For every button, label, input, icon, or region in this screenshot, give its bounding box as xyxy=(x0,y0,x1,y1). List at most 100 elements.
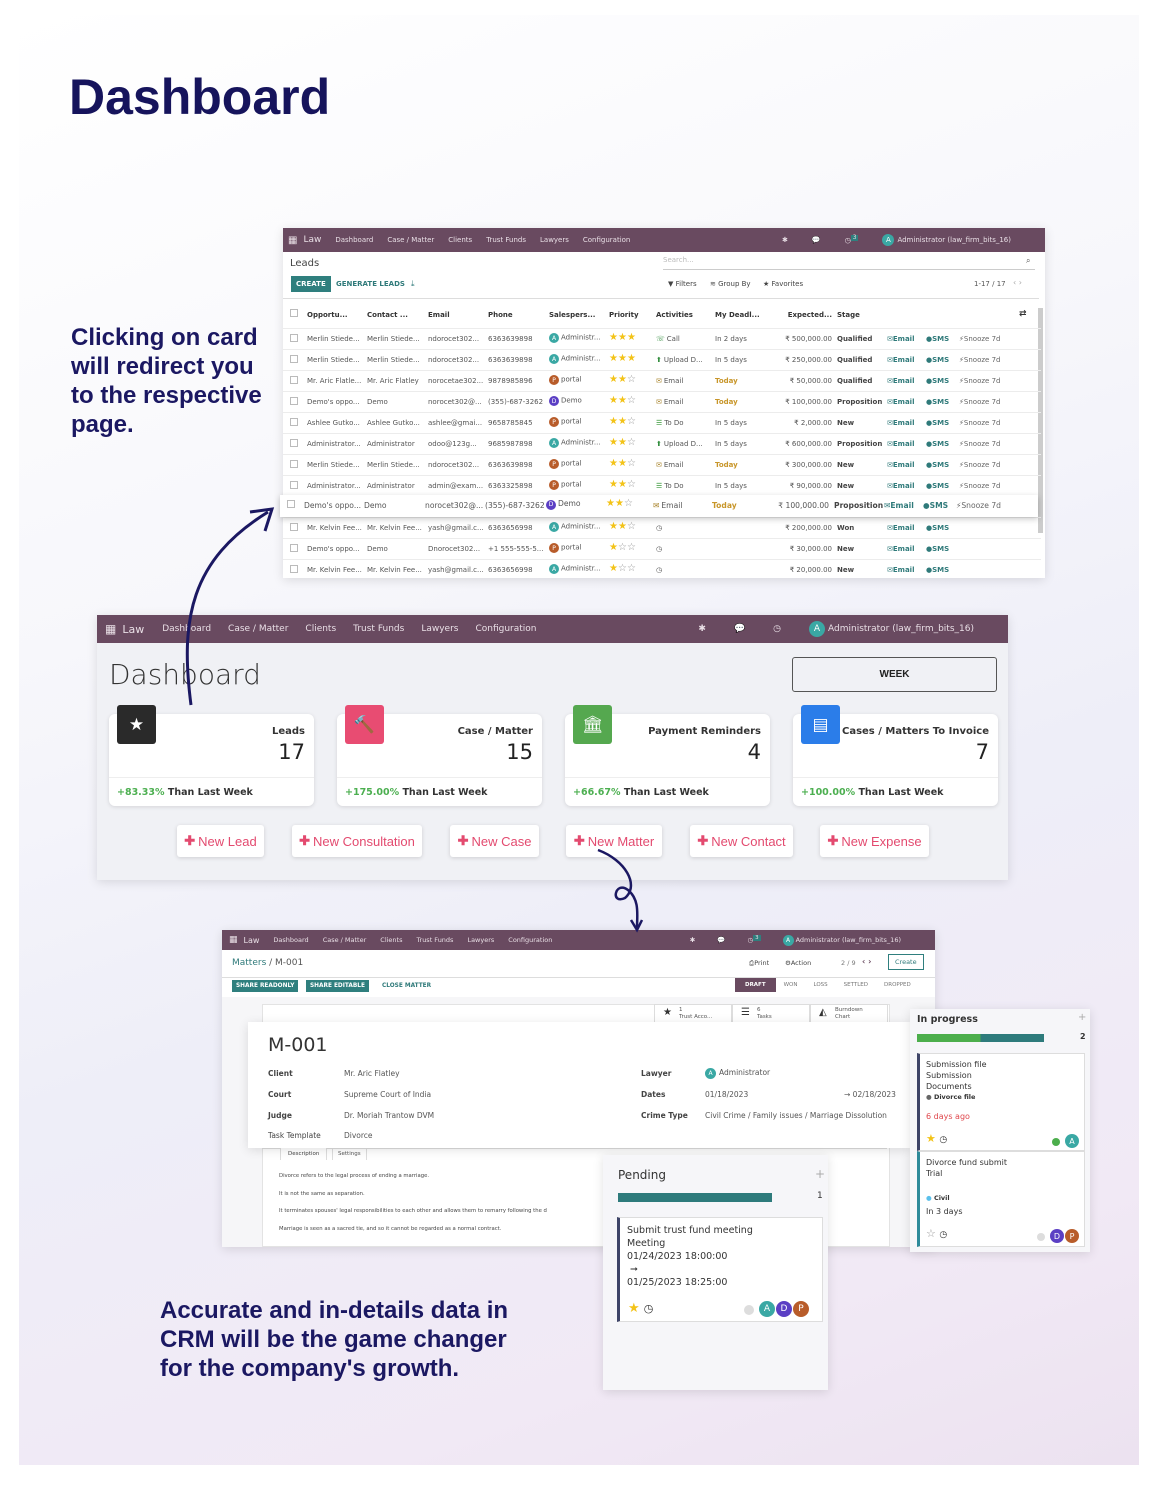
priority-stars[interactable]: ★★☆ xyxy=(609,395,636,406)
priority-stars[interactable]: ★★☆ xyxy=(609,416,636,427)
stage-settled[interactable]: SETTLED xyxy=(836,978,876,992)
row-checkbox[interactable] xyxy=(290,397,298,405)
row-checkbox[interactable] xyxy=(287,500,295,508)
star-icon[interactable]: ★ xyxy=(627,353,636,364)
new-contact-button[interactable]: ✚ New Contact xyxy=(690,825,793,857)
table-row[interactable]: Mr. Kelvin Fee... Mr. Kelvin Fee... yash@g… xyxy=(283,559,1041,580)
priority-stars[interactable]: ★★☆ xyxy=(609,374,636,385)
star-icon[interactable]: ★ xyxy=(618,416,627,427)
email-action[interactable]: ✉Email xyxy=(887,482,914,490)
burndown-chart-smart-button[interactable]: ◭ Burndown Chart xyxy=(810,1004,888,1024)
email-action[interactable]: ✉Email xyxy=(887,566,914,574)
user-name[interactable]: Administrator (law_firm_bits_16) xyxy=(828,624,974,634)
nav-case-matter[interactable]: Case / Matter xyxy=(323,936,367,944)
nav-case-matter[interactable]: Case / Matter xyxy=(228,624,288,634)
row-checkbox[interactable] xyxy=(290,376,298,384)
snooze-action[interactable]: ⚡Snooze 7d xyxy=(959,398,1000,406)
star-icon[interactable]: ☆ xyxy=(627,479,636,490)
star-icon[interactable]: ☆ xyxy=(627,416,636,427)
payment-reminders-card[interactable]: 🏛 Payment Reminders 4 +66.67% Than Last … xyxy=(565,705,770,806)
star-icon[interactable]: ★ xyxy=(618,479,627,490)
stage-draft[interactable]: DRAFT xyxy=(735,978,776,992)
sms-action[interactable]: ●SMS xyxy=(926,461,949,469)
star-icon[interactable]: ☆ xyxy=(627,542,636,553)
snooze-action[interactable]: ⚡Snooze 7d xyxy=(959,335,1000,343)
star-icon[interactable]: ★ xyxy=(609,542,618,553)
column-header[interactable]: Stage xyxy=(837,311,860,319)
email-action[interactable]: ✉Email xyxy=(887,440,914,448)
row-checkbox[interactable] xyxy=(290,481,298,489)
action-button[interactable]: ⚙Action xyxy=(785,959,811,967)
sms-action[interactable]: ●SMS xyxy=(926,482,949,490)
clock-icon[interactable]: ◷ xyxy=(939,1135,947,1145)
column-header[interactable]: Expected... xyxy=(742,311,832,319)
nav-case-matter[interactable]: Case / Matter xyxy=(387,236,434,244)
star-icon[interactable]: ☆ xyxy=(627,374,636,385)
email-action[interactable]: ✉Email xyxy=(887,398,914,406)
user-avatar[interactable]: A xyxy=(882,234,895,246)
filters-button[interactable]: ▼ Filters xyxy=(668,280,697,288)
column-header[interactable]: Contact ... xyxy=(367,311,408,319)
judge-value[interactable]: Dr. Moriah Trantow DVM xyxy=(344,1111,434,1120)
case-matter-card[interactable]: 🔨 Case / Matter 15 +175.00% Than Last We… xyxy=(337,705,542,806)
progress-bar[interactable] xyxy=(917,1034,1044,1042)
column-header[interactable]: Email xyxy=(428,311,450,319)
table-row[interactable]: Demo's oppo... Demo Dnorocet302... +1 555-5… xyxy=(283,538,1041,559)
table-row-highlighted[interactable]: Demo's oppo... Demo norocet302@... (355)-68… xyxy=(280,495,1038,517)
priority-stars[interactable]: ★★☆ xyxy=(606,498,633,509)
star-icon[interactable]: ★ xyxy=(609,479,618,490)
avatar[interactable]: A xyxy=(759,1301,775,1317)
tab-description[interactable]: Description xyxy=(280,1147,328,1160)
column-header[interactable]: Salespers... xyxy=(549,311,595,319)
sms-action[interactable]: ●SMS xyxy=(926,335,949,343)
nav-trust-funds[interactable]: Trust Funds xyxy=(417,936,454,944)
row-checkbox[interactable] xyxy=(290,334,298,342)
star-icon[interactable]: ★ ◷ xyxy=(628,1302,653,1315)
star-icon[interactable]: ★ xyxy=(618,353,627,364)
status-dot[interactable] xyxy=(1052,1138,1060,1146)
priority-stars[interactable]: ★☆☆ xyxy=(609,542,636,553)
sms-action[interactable]: ●SMS xyxy=(926,524,949,532)
sms-action[interactable]: ●SMS xyxy=(926,440,949,448)
star-icon[interactable]: ★ xyxy=(609,332,618,343)
star-icon[interactable]: ★ xyxy=(609,437,618,448)
star-icon[interactable]: ★ xyxy=(609,395,618,406)
snooze-action[interactable]: ⚡Snooze 7d xyxy=(959,482,1000,490)
new-lead-button[interactable]: ✚ New Lead xyxy=(177,825,264,857)
sms-action[interactable]: ●SMS xyxy=(926,419,949,427)
table-row[interactable]: Merlin Stiede... Merlin Stiede... ndorocet… xyxy=(283,349,1041,370)
star-icon[interactable]: ★ xyxy=(618,374,627,385)
snooze-action[interactable]: ⚡Snooze 7d xyxy=(959,440,1000,448)
nav-dashboard[interactable]: Dashboard xyxy=(162,624,211,634)
new-expense-button[interactable]: ✚ New Expense xyxy=(820,825,929,857)
row-checkbox[interactable] xyxy=(290,565,298,573)
table-row[interactable]: Merlin Stiede... Merlin Stiede... ndorocet… xyxy=(283,328,1041,349)
table-row[interactable]: Administrator... Administrator odoo@123g..… xyxy=(283,433,1041,454)
progress-bar[interactable] xyxy=(618,1193,772,1202)
user-name[interactable]: Administrator (law_firm_bits_16) xyxy=(897,236,1011,244)
row-checkbox[interactable] xyxy=(290,355,298,363)
snooze-action[interactable]: ⚡Snooze 7d xyxy=(956,501,1001,510)
snooze-action[interactable]: ⚡Snooze 7d xyxy=(959,419,1000,427)
star-icon[interactable]: ★ ◷ xyxy=(926,1133,947,1146)
activity[interactable]: ☰ To Do xyxy=(656,419,684,427)
email-action[interactable]: ✉Email xyxy=(887,335,914,343)
nav-clients[interactable]: Clients xyxy=(305,624,336,634)
table-row[interactable]: Ashlee Gutko... Ashlee Gutko... ashlee@gma… xyxy=(283,412,1041,433)
priority-stars[interactable]: ★★☆ xyxy=(609,458,636,469)
tab-settings[interactable]: Settings xyxy=(332,1147,367,1160)
email-action[interactable]: ✉Email xyxy=(887,377,914,385)
optional-columns-icon[interactable]: ⇄ xyxy=(1019,309,1027,319)
star-icon[interactable]: ★ xyxy=(609,374,618,385)
date-end[interactable]: → 02/18/2023 xyxy=(844,1090,896,1099)
email-action[interactable]: ✉Email xyxy=(887,524,914,532)
task-template-value[interactable]: Divorce xyxy=(344,1131,373,1140)
new-consultation-button[interactable]: ✚ New Consultation xyxy=(292,825,422,857)
column-header[interactable]: Priority xyxy=(609,311,639,319)
clock-icon[interactable]: ◷ xyxy=(644,1302,654,1315)
star-icon[interactable]: ★ xyxy=(618,395,627,406)
breadcrumb-matters[interactable]: Matters xyxy=(232,958,266,968)
star-icon[interactable]: ☆ xyxy=(618,563,627,574)
activity[interactable]: ✉ Email xyxy=(653,501,682,510)
download-icon[interactable]: ⤓ xyxy=(411,279,415,289)
